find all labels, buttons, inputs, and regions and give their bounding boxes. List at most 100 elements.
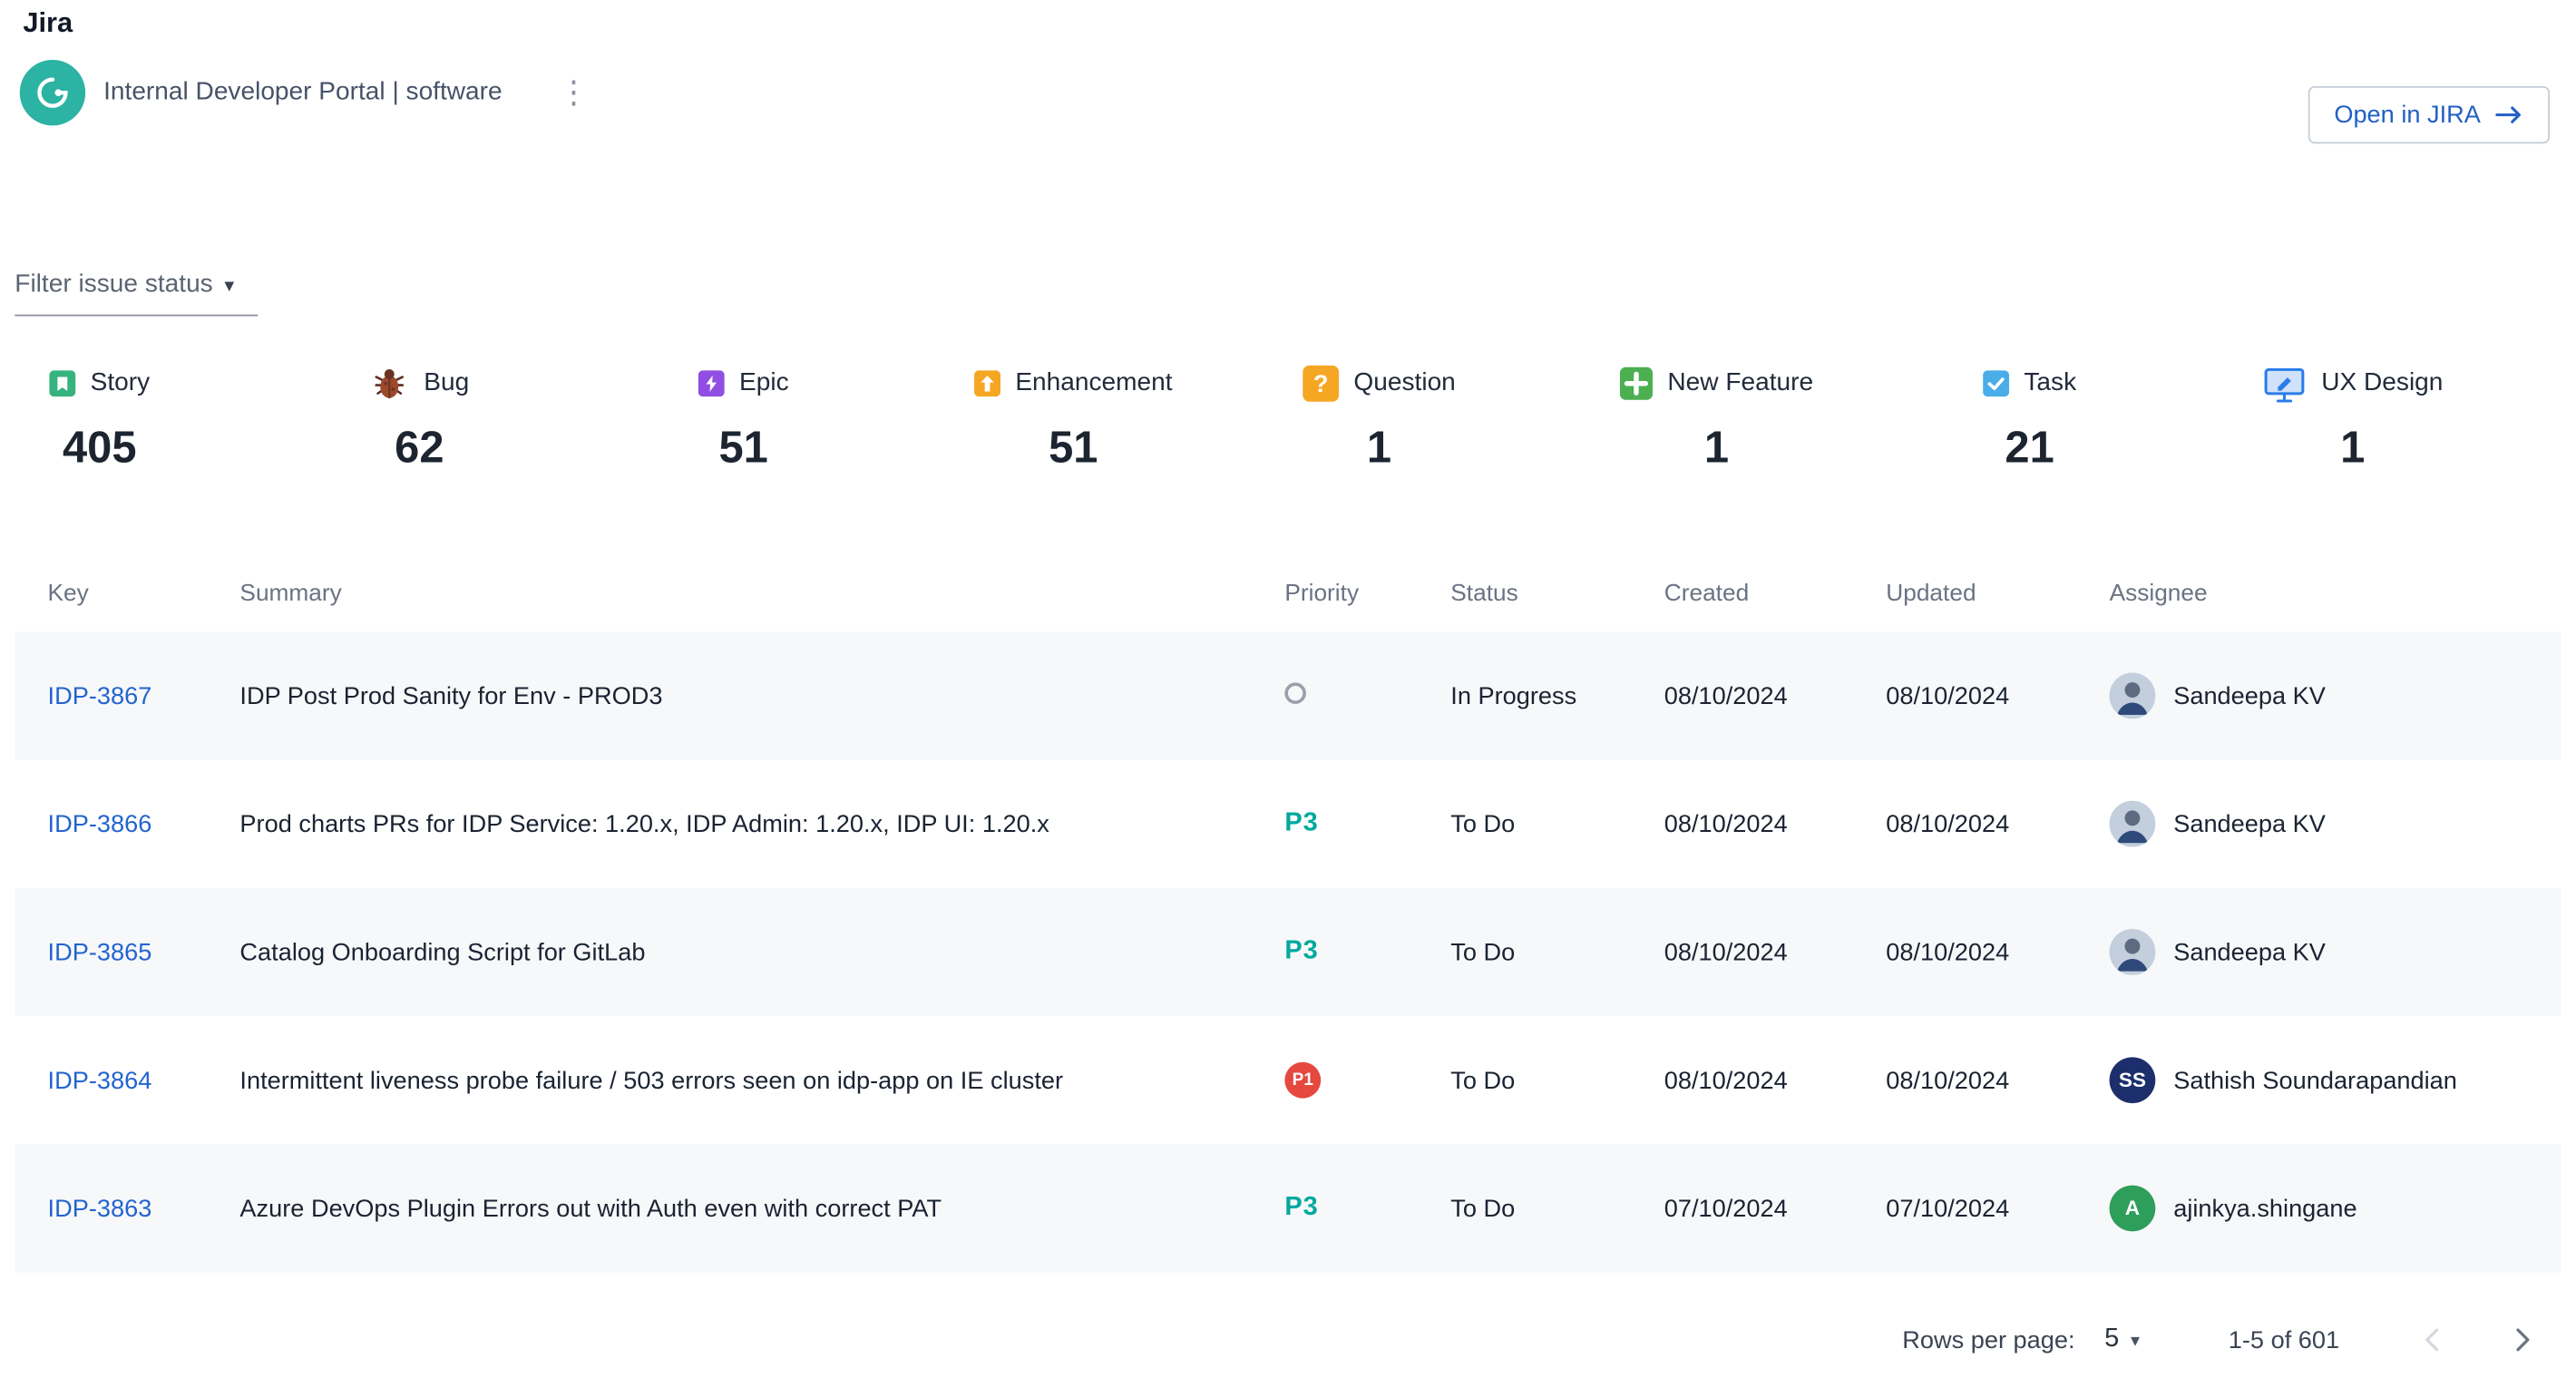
issue-status: To Do (1450, 938, 1664, 966)
task-icon (1983, 370, 2009, 396)
issue-created: 08/10/2024 (1664, 1066, 1887, 1094)
previous-page-button[interactable] (2408, 1315, 2457, 1364)
issue-updated: 08/10/2024 (1886, 681, 2109, 709)
enhancement-icon (974, 370, 1000, 396)
stat-count: 1 (2340, 423, 2365, 474)
project-logo-icon (20, 60, 85, 125)
stat-label: Question (1353, 368, 1455, 398)
table-row: IDP-3864 Intermittent liveness probe fai… (15, 1016, 2561, 1144)
table-row: IDP-3863 Azure DevOps Plugin Errors out … (15, 1144, 2561, 1272)
assignee-name: Sandeepa KV (2173, 938, 2326, 966)
priority-cell: P3 (1284, 809, 1450, 839)
project-header: Internal Developer Portal | software ⋮ (20, 60, 2576, 125)
issue-status: To Do (1450, 1066, 1664, 1094)
issue-key-link[interactable]: IDP-3867 (48, 681, 240, 709)
kebab-menu-button[interactable]: ⋮ (548, 71, 599, 115)
stat-story: Story 405 (49, 359, 369, 474)
open-in-jira-button[interactable]: Open in JIRA (2308, 86, 2550, 143)
epic-icon (698, 370, 725, 396)
rows-per-page-select[interactable]: 5 ▾ (2104, 1325, 2140, 1355)
arrow-right-icon (2495, 104, 2523, 126)
issue-created: 08/10/2024 (1664, 810, 1887, 838)
avatar (2110, 801, 2156, 847)
stat-bug: Bug 62 (370, 359, 698, 474)
table-header: Key Summary Priority Status Created Upda… (15, 556, 2561, 631)
avatar: A (2110, 1186, 2156, 1232)
issue-created: 08/10/2024 (1664, 681, 1887, 709)
filter-issue-status-label: Filter issue status (15, 270, 212, 300)
bug-icon (370, 364, 409, 403)
stat-count: 62 (395, 423, 444, 474)
assignee-cell: Sandeepa KV (2110, 929, 2561, 975)
col-key: Key (48, 581, 240, 607)
stat-count: 1 (1704, 423, 1729, 474)
next-page-button[interactable] (2497, 1315, 2546, 1364)
stat-count: 21 (2005, 423, 2054, 474)
stat-count: 1 (1367, 423, 1391, 474)
stat-new-feature: New Feature 1 (1620, 359, 1983, 474)
issue-status: To Do (1450, 1195, 1664, 1223)
stat-enhancement: Enhancement 51 (974, 359, 1303, 474)
issue-updated: 08/10/2024 (1886, 810, 2109, 838)
priority-p3-icon: P3 (1284, 809, 1318, 837)
avatar (2110, 673, 2156, 719)
stat-label: Epic (739, 368, 789, 398)
priority-p3-icon: P3 (1284, 937, 1318, 965)
stat-label: Task (2024, 368, 2076, 398)
issue-status: In Progress (1450, 681, 1664, 709)
jira-plugin-page: Jira Internal Developer Portal | softwar… (0, 7, 2576, 1387)
issue-summary: Prod charts PRs for IDP Service: 1.20.x,… (239, 810, 1284, 838)
priority-medium-icon (1284, 681, 1306, 703)
priority-p3-icon: P3 (1284, 1194, 1318, 1222)
stat-label: UX Design (2321, 368, 2443, 398)
priority-cell: P1 (1284, 1062, 1450, 1099)
issue-key-link[interactable]: IDP-3865 (48, 938, 240, 966)
priority-cell: P3 (1284, 937, 1450, 967)
assignee-cell: A ajinkya.shingane (2110, 1186, 2561, 1232)
issue-key-link[interactable]: IDP-3863 (48, 1195, 240, 1223)
assignee-name: Sandeepa KV (2173, 681, 2326, 709)
issue-key-link[interactable]: IDP-3866 (48, 810, 240, 838)
assignee-name: Sandeepa KV (2173, 810, 2326, 838)
col-summary: Summary (239, 581, 1284, 607)
issues-table: Key Summary Priority Status Created Upda… (15, 556, 2561, 1273)
avatar (2110, 929, 2156, 975)
stat-count: 405 (63, 423, 137, 474)
chevron-down-icon: ▾ (2131, 1329, 2140, 1351)
rows-per-page-label: Rows per page: (1902, 1325, 2074, 1354)
table-row: IDP-3866 Prod charts PRs for IDP Service… (15, 760, 2561, 888)
issue-summary: Catalog Onboarding Script for GitLab (239, 938, 1284, 966)
stat-label: Enhancement (1015, 368, 1172, 398)
issue-type-stats: Story 405 Bug 62 Epic 51 Enhancement 51 (0, 359, 2576, 474)
stat-ux-design: UX Design 1 (2262, 359, 2558, 474)
story-icon (49, 370, 75, 396)
col-created: Created (1664, 581, 1887, 607)
stat-epic: Epic 51 (698, 359, 974, 474)
col-status: Status (1450, 581, 1664, 607)
assignee-cell: Sandeepa KV (2110, 673, 2561, 719)
priority-cell (1284, 681, 1450, 709)
issue-key-link[interactable]: IDP-3864 (48, 1066, 240, 1094)
col-updated: Updated (1886, 581, 2109, 607)
issue-status: To Do (1450, 810, 1664, 838)
issue-updated: 07/10/2024 (1886, 1195, 2109, 1223)
priority-p1-icon: P1 (1284, 1062, 1321, 1099)
chevron-down-icon: ▾ (224, 273, 234, 296)
table-row: IDP-3867 IDP Post Prod Sanity for Env - … (15, 631, 2561, 759)
rows-per-page-value: 5 (2104, 1325, 2119, 1355)
issue-summary: IDP Post Prod Sanity for Env - PROD3 (239, 681, 1284, 709)
stat-count: 51 (1049, 423, 1098, 474)
assignee-cell: Sandeepa KV (2110, 801, 2561, 847)
stat-label: New Feature (1667, 368, 1813, 398)
priority-cell: P3 (1284, 1194, 1450, 1224)
stat-label: Story (91, 368, 151, 398)
open-in-jira-label: Open in JIRA (2334, 101, 2481, 129)
table-row: IDP-3865 Catalog Onboarding Script for G… (15, 888, 2561, 1016)
stat-question: ? Question 1 (1303, 359, 1620, 474)
new-feature-icon (1620, 367, 1653, 400)
project-name: Internal Developer Portal | software (103, 78, 503, 108)
pagination-range: 1-5 of 601 (2229, 1325, 2339, 1354)
issue-summary: Intermittent liveness probe failure / 50… (239, 1066, 1284, 1094)
filter-issue-status-dropdown[interactable]: Filter issue status ▾ (15, 270, 258, 317)
stat-count: 51 (718, 423, 767, 474)
